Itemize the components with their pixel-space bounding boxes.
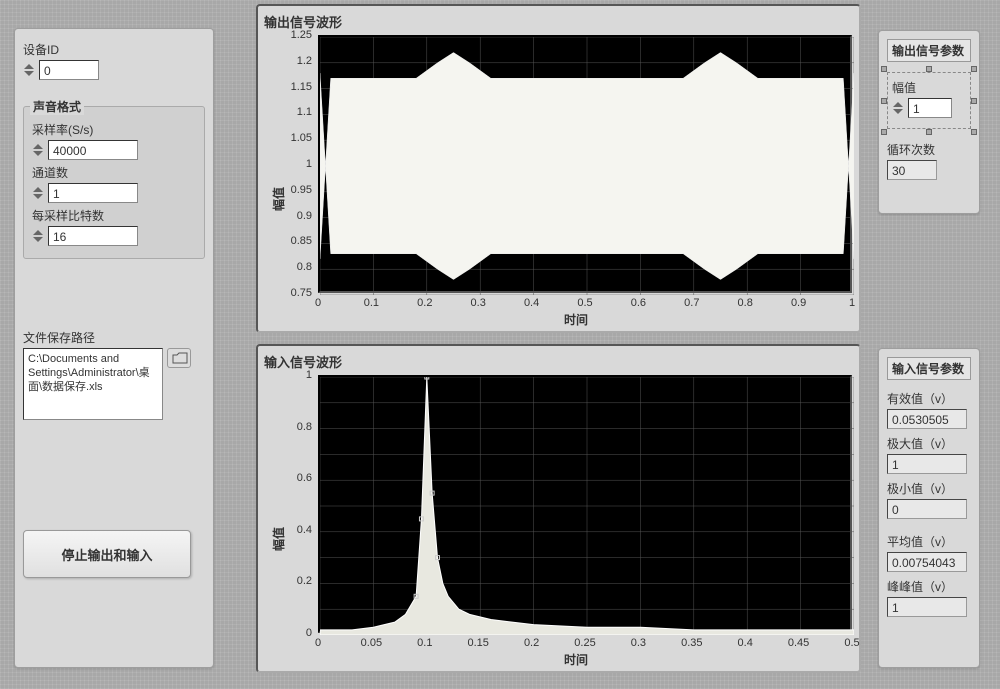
bits-input[interactable]: 16 [32, 226, 196, 246]
y-tick: 1.2 [282, 55, 312, 67]
channels-input[interactable]: 1 [32, 183, 196, 203]
x-tick: 0.25 [573, 637, 597, 649]
rms-label: 有效值（v） [887, 390, 971, 407]
output-chart-xlabel: 时间 [564, 311, 588, 328]
pp-label: 峰峰值（v） [887, 578, 971, 595]
input-chart-title: 输入信号波形 [264, 352, 853, 371]
x-tick: 0.3 [466, 297, 490, 309]
x-tick: 1 [840, 297, 864, 309]
folder-icon [172, 352, 188, 364]
loops-label: 循环次数 [887, 141, 971, 158]
x-tick: 0.7 [680, 297, 704, 309]
spinner-icon[interactable] [892, 98, 906, 118]
output-chart-title: 输出信号波形 [264, 12, 853, 31]
output-params-panel: 输出信号参数 幅值 1 循环次数 30 [878, 30, 980, 214]
y-tick: 0.8 [282, 261, 312, 273]
channels-label: 通道数 [32, 164, 196, 181]
x-tick: 0.3 [626, 637, 650, 649]
x-tick: 0.4 [733, 637, 757, 649]
x-tick: 0.8 [733, 297, 757, 309]
sound-format-title: 声音格式 [30, 98, 84, 115]
min-readout: 0 [887, 499, 967, 519]
max-label: 极大值（v） [887, 435, 971, 452]
y-tick: 0.9 [282, 210, 312, 222]
save-path-section: 文件保存路径 C:\Documents and Settings\Adminis… [23, 329, 205, 420]
left-panel: 设备ID 0 声音格式 采样率(S/s) 40000 通道数 1 每采样比特数 … [14, 28, 214, 668]
y-tick: 1 [282, 158, 312, 170]
amplitude-group: 幅值 1 [887, 72, 971, 129]
browse-button[interactable] [167, 348, 191, 368]
x-tick: 0.9 [787, 297, 811, 309]
y-tick: 1 [282, 369, 312, 381]
min-label: 极小值（v） [887, 480, 971, 497]
x-tick: 0.15 [466, 637, 490, 649]
save-path-label: 文件保存路径 [23, 329, 205, 346]
sample-rate-input[interactable]: 40000 [32, 140, 196, 160]
y-tick: 1.05 [282, 132, 312, 144]
bits-value[interactable]: 16 [48, 226, 138, 246]
sample-rate-label: 采样率(S/s) [32, 121, 196, 138]
y-tick: 1.1 [282, 106, 312, 118]
save-path-input[interactable]: C:\Documents and Settings\Administrator\… [23, 348, 163, 420]
y-tick: 0.6 [282, 472, 312, 484]
output-params-title: 输出信号参数 [887, 39, 971, 62]
channels-value[interactable]: 1 [48, 183, 138, 203]
device-id-value[interactable]: 0 [39, 60, 99, 80]
sample-rate-value[interactable]: 40000 [48, 140, 138, 160]
x-tick: 0.05 [359, 637, 383, 649]
max-readout: 1 [887, 454, 967, 474]
stop-io-button-label: 停止输出和输入 [61, 545, 152, 564]
x-tick: 0.6 [626, 297, 650, 309]
output-chart-panel: 输出信号波形 0.750.80.850.90.9511.051.11.151.2… [256, 4, 861, 333]
y-tick: 1.15 [282, 81, 312, 93]
x-tick: 0.2 [413, 297, 437, 309]
amplitude-input[interactable]: 1 [892, 98, 966, 118]
rms-readout: 0.0530505 [887, 409, 967, 429]
device-id-input[interactable]: 0 [23, 60, 205, 80]
device-id-label: 设备ID [23, 41, 205, 58]
x-tick: 0.45 [787, 637, 811, 649]
x-tick: 0.5 [840, 637, 864, 649]
input-chart-panel: 输入信号波形 00.20.40.60.81 幅值 00.050.10.150.2… [256, 344, 861, 673]
spinner-icon[interactable] [32, 226, 46, 246]
input-params-title: 输入信号参数 [887, 357, 971, 380]
stop-io-button[interactable]: 停止输出和输入 [23, 530, 191, 578]
y-tick: 0.2 [282, 575, 312, 587]
spinner-icon[interactable] [32, 140, 46, 160]
x-tick: 0 [306, 637, 330, 649]
avg-readout: 0.00754043 [887, 552, 967, 572]
y-tick: 1.25 [282, 29, 312, 41]
bits-label: 每采样比特数 [32, 207, 196, 224]
pp-readout: 1 [887, 597, 967, 617]
x-tick: 0.1 [359, 297, 383, 309]
input-params-panel: 输入信号参数 有效值（v） 0.0530505 极大值（v） 1 极小值（v） … [878, 348, 980, 668]
spinner-icon[interactable] [32, 183, 46, 203]
input-chart-xlabel: 时间 [564, 651, 588, 668]
output-chart-ylabel: 幅值 [270, 187, 287, 211]
x-tick: 0.2 [520, 637, 544, 649]
sound-format-group: 声音格式 采样率(S/s) 40000 通道数 1 每采样比特数 16 [23, 106, 205, 259]
input-chart-area[interactable] [318, 375, 852, 633]
x-tick: 0.35 [680, 637, 704, 649]
x-tick: 0.4 [520, 297, 544, 309]
y-tick: 0.8 [282, 421, 312, 433]
x-tick: 0.5 [573, 297, 597, 309]
avg-label: 平均值（v） [887, 533, 971, 550]
amplitude-label: 幅值 [892, 79, 966, 96]
y-tick: 0.85 [282, 235, 312, 247]
x-tick: 0.1 [413, 637, 437, 649]
amplitude-value[interactable]: 1 [908, 98, 952, 118]
x-tick: 0 [306, 297, 330, 309]
spinner-icon[interactable] [23, 60, 37, 80]
input-chart-ylabel: 幅值 [270, 527, 287, 551]
output-chart-area[interactable] [318, 35, 852, 293]
loops-readout: 30 [887, 160, 937, 180]
